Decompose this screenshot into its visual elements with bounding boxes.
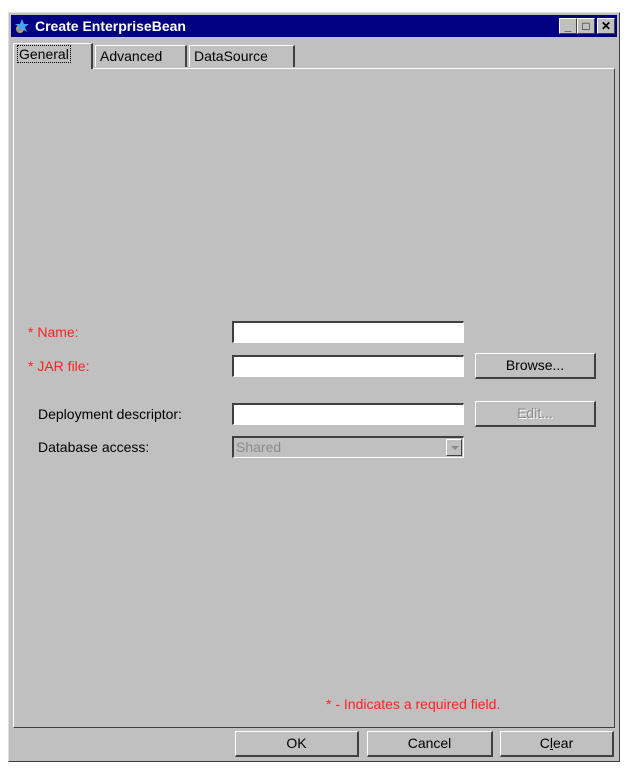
jar-file-input[interactable] — [232, 355, 464, 377]
database-access-label: Database access: — [38, 439, 150, 455]
name-label: * Name: — [28, 324, 79, 340]
chevron-down-icon[interactable] — [446, 439, 462, 456]
database-access-value: Shared — [236, 439, 282, 455]
tab-general[interactable]: General — [13, 43, 93, 69]
maximize-button[interactable]: □ — [577, 18, 595, 34]
tab-datasource-label: DataSource — [194, 48, 268, 64]
browse-button[interactable]: Browse... — [475, 353, 596, 379]
tab-general-label: General — [17, 45, 71, 63]
clear-label-prefix: C — [539, 735, 550, 751]
minimize-icon: _ — [564, 19, 572, 33]
general-panel: * Name: * JAR file: Browse... Deployment… — [13, 68, 615, 728]
window-title: Create EnterpriseBean — [35, 18, 186, 34]
button-bar: OK Cancel Clear — [13, 729, 615, 759]
tab-advanced-label: Advanced — [100, 48, 163, 64]
clear-label-suffix: ear — [553, 735, 574, 751]
edit-button[interactable]: Edit... — [475, 401, 596, 427]
deployment-descriptor-input[interactable] — [232, 403, 464, 425]
required-field-note: * - Indicates a required field. — [326, 696, 501, 712]
bean-app-icon — [14, 18, 30, 34]
dialog-window: Create EnterpriseBean _ □ ✕ General Adva… — [8, 12, 620, 762]
jar-file-label: * JAR file: — [28, 358, 90, 374]
close-icon: ✕ — [600, 19, 612, 33]
ok-button[interactable]: OK — [235, 731, 359, 757]
tab-advanced[interactable]: Advanced — [95, 45, 187, 67]
database-access-select[interactable]: Shared — [232, 436, 464, 458]
minimize-button[interactable]: _ — [559, 18, 577, 34]
title-bar[interactable]: Create EnterpriseBean _ □ ✕ — [11, 15, 617, 37]
cancel-button[interactable]: Cancel — [367, 731, 493, 757]
maximize-icon: □ — [582, 19, 590, 33]
name-input[interactable] — [232, 321, 464, 343]
deployment-descriptor-label: Deployment descriptor: — [38, 406, 182, 422]
close-button[interactable]: ✕ — [597, 18, 615, 34]
tab-datasource[interactable]: DataSource — [189, 45, 295, 67]
clear-button[interactable]: Clear — [500, 731, 614, 757]
